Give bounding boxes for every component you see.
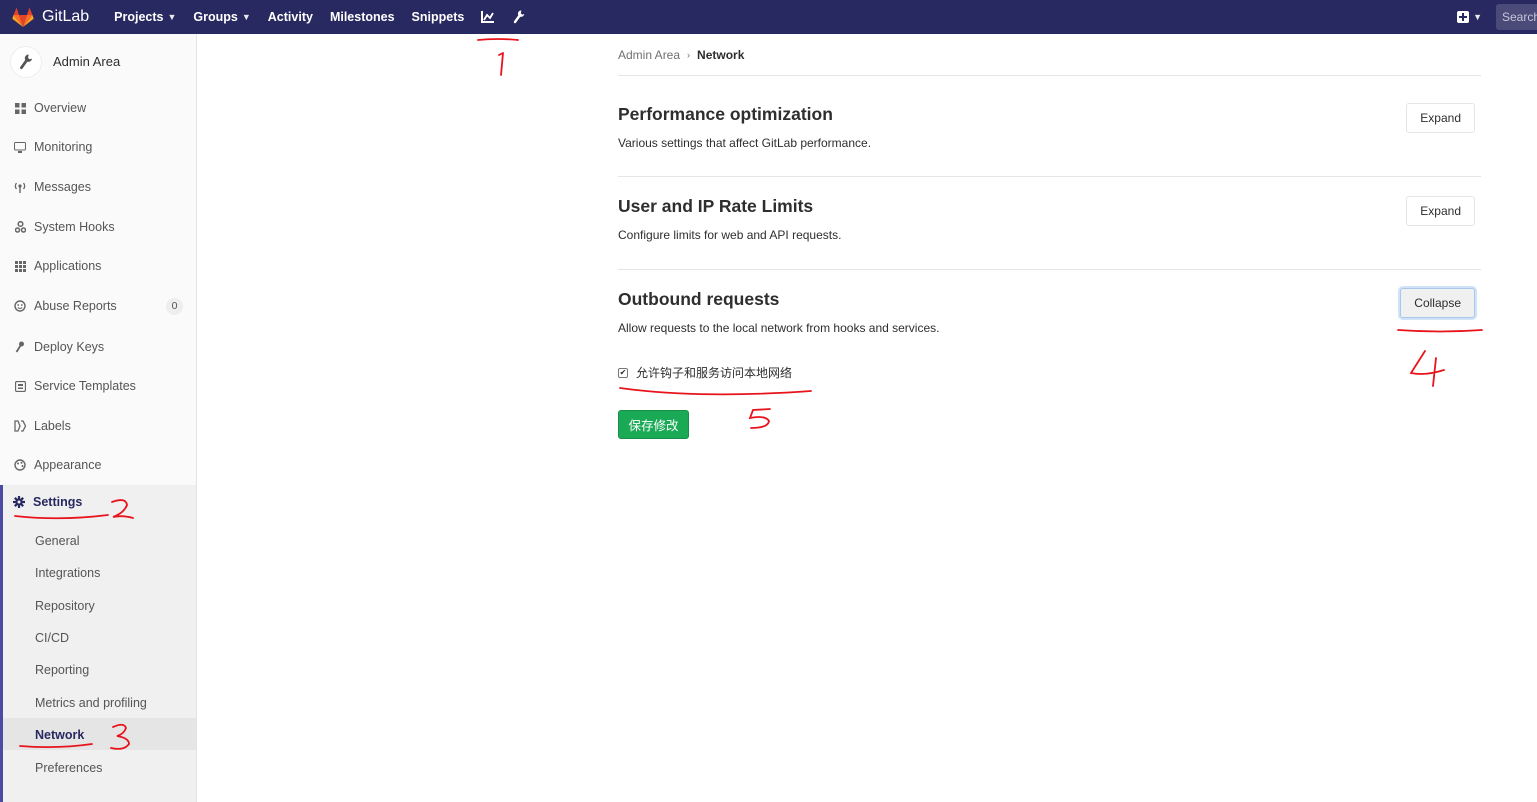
template-icon [13,379,27,393]
sidebar-item-appearance[interactable]: Appearance [0,450,196,480]
sidebar-item-label: Monitoring [34,140,93,154]
active-row-highlight [3,718,196,750]
sidebar-item-label: Labels [34,419,71,433]
gear-icon [13,496,25,508]
breadcrumb-parent[interactable]: Admin Area [618,48,680,62]
chart-icon[interactable] [481,11,495,23]
settings-section: Settings General Integrations Repository… [0,485,196,802]
section-title: Performance optimization [618,104,833,124]
broadcast-icon [13,180,27,194]
hook-icon [13,220,27,234]
sidebar-item-overview[interactable]: Overview [0,93,196,123]
nav-snippets[interactable]: Snippets [412,10,465,24]
breadcrumb-current: Network [697,47,745,62]
settings-label: Settings [33,495,83,509]
smiley-icon [13,299,27,313]
nav-groups-label: Groups [193,10,238,24]
collapse-button[interactable]: Collapse [1400,288,1475,318]
section-title: User and IP Rate Limits [618,196,814,216]
nav-activity[interactable]: Activity [268,10,313,24]
expand-button[interactable]: Expand [1406,103,1475,133]
allow-local-requests-row[interactable]: ✔ 允许钩子和服务访问本地网络 [618,364,1481,381]
chevron-down-icon: ▼ [167,12,177,22]
section-rate-limits: User and IP Rate Limits Configure limits… [618,177,1481,270]
section-description: Allow requests to the local network from… [618,321,940,335]
nav-milestones[interactable]: Milestones [330,10,395,24]
chevron-down-icon: ▼ [1473,12,1482,22]
section-description: Configure limits for web and API request… [618,228,842,242]
sidebar-sub-general[interactable]: General [35,534,79,548]
plus-square-icon [1457,11,1470,23]
sidebar-item-label: Abuse Reports [34,299,117,313]
admin-sidebar: Admin Area Overview Monitoring Messages … [0,34,197,802]
nav-projects[interactable]: Projects ▼ [114,10,176,24]
key-icon [13,340,27,354]
labels-icon [13,419,27,433]
annotation-digit-1 [498,52,504,76]
sidebar-item-label: Applications [34,259,102,273]
sidebar-item-label: System Hooks [34,220,115,234]
sidebar-item-monitoring[interactable]: Monitoring [0,132,196,162]
sidebar-sub-network[interactable]: Network [35,728,84,742]
breadcrumb: Admin Area › Network [618,34,1481,76]
allow-local-requests-checkbox[interactable]: ✔ [618,367,628,378]
expand-button[interactable]: Expand [1406,196,1475,226]
brand-name: GitLab [42,8,90,25]
section-performance: Performance optimization Various setting… [618,76,1481,177]
sidebar-sub-repository[interactable]: Repository [35,599,95,613]
top-navbar: GitLab Projects ▼ Groups ▼ Activity Milest… [0,0,1537,34]
sidebar-item-deploy-keys[interactable]: Deploy Keys [0,332,196,362]
wrench-icon[interactable] [513,10,525,24]
sidebar-sub-preferences[interactable]: Preferences [35,761,102,775]
main-nav: Projects ▼ Groups ▼ Activity Milestones Sn… [114,0,543,34]
section-title: Outbound requests [618,289,780,309]
sidebar-item-label: Overview [34,101,87,115]
sidebar-sub-integrations[interactable]: Integrations [35,566,100,580]
palette-icon [13,458,27,472]
sidebar-header[interactable]: Admin Area [0,34,196,89]
sidebar-item-label: Deploy Keys [34,340,105,354]
search-input[interactable]: Search [1496,4,1537,30]
sidebar-sub-reporting[interactable]: Reporting [35,663,89,677]
sidebar-item-service-templates[interactable]: Service Templates [0,371,196,401]
sidebar-item-messages[interactable]: Messages [0,172,196,202]
navbar-right: ▼ Search [1457,0,1537,34]
monitor-icon [13,140,27,154]
gitlab-logo[interactable]: GitLab [12,0,89,34]
section-outbound: Outbound requests Allow requests to the … [618,270,1481,439]
apps-icon [13,259,27,273]
chevron-right-icon: › [687,49,691,60]
sidebar-item-system-hooks[interactable]: System Hooks [0,212,196,242]
nav-projects-label: Projects [114,10,164,24]
annotation-underline-1 [477,38,519,41]
gitlab-fox-icon [12,7,34,27]
sidebar-item-applications[interactable]: Applications [0,251,196,281]
abuse-count-badge: 0 [166,297,183,315]
sidebar-title: Admin Area [53,54,121,69]
checkbox-label: 允许钩子和服务访问本地网络 [636,366,793,380]
section-description: Various settings that affect GitLab perf… [618,136,872,150]
new-dropdown[interactable]: ▼ [1457,11,1482,23]
sidebar-item-label: Service Templates [34,379,136,393]
sidebar-sub-cicd[interactable]: CI/CD [35,631,69,645]
admin-avatar [10,45,42,78]
nav-groups[interactable]: Groups ▼ [193,10,250,24]
sidebar-item-label: Appearance [34,458,102,472]
sidebar-item-abuse-reports[interactable]: Abuse Reports 0 [0,291,196,321]
main-content: Admin Area › Network Performance optimiz… [618,34,1481,439]
wrench-icon [20,54,33,69]
sidebar-sub-metrics[interactable]: Metrics and profiling [35,696,147,710]
sidebar-item-label: Messages [34,180,91,194]
sidebar-item-settings[interactable]: Settings [13,495,82,509]
sidebar-item-labels[interactable]: Labels [0,411,196,441]
chevron-down-icon: ▼ [241,12,251,22]
save-changes-button[interactable]: 保存修改 [618,410,689,439]
grid-icon [13,101,27,115]
